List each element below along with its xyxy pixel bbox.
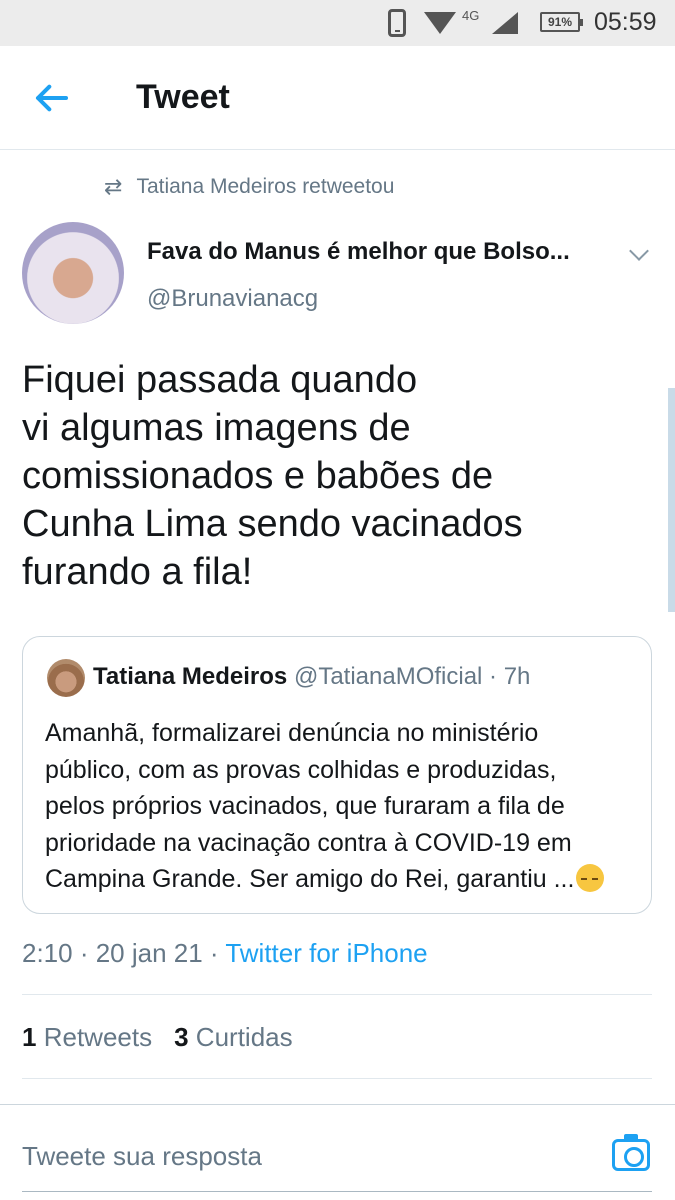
tweet-text-line: furando a fila! [22, 551, 253, 593]
divider [22, 994, 652, 995]
likes-stat[interactable]: 3 Curtidas [174, 1022, 293, 1052]
likes-count: 3 [174, 1022, 189, 1052]
tweet-text-line: comissionados e babões de [22, 455, 494, 497]
page-title: Tweet [136, 78, 230, 116]
quote-text-line: Amanhã, formalizarei denúncia no ministé… [45, 719, 539, 747]
quote-text-line: pelos próprios vacinados, que furaram a … [45, 792, 565, 820]
quote-text-line: público, com as provas colhidas e produz… [45, 755, 557, 784]
tweet-text-line: vi algumas imagens de [22, 407, 411, 449]
phone-icon [388, 9, 406, 37]
status-bar: 4G 91% 05:59 [0, 0, 675, 46]
tweet-text: Fiquei passada quando vi algumas imagens… [22, 356, 622, 596]
quote-text-line: Campina Grande. Ser amigo do Rei, garant… [45, 861, 645, 898]
header: Tweet [0, 46, 675, 150]
scrollbar[interactable] [668, 388, 675, 612]
tweet-timestamp: 2:10 · 20 jan 21 · Twitter for iPhone [22, 938, 428, 969]
tweet-text-line: Fiquei passada quando [22, 359, 418, 401]
camera-icon[interactable] [612, 1134, 650, 1171]
quote-text: Amanhã, formalizarei denúncia no ministé… [45, 715, 645, 898]
retweeted-by-text: Tatiana Medeiros retweetou [136, 175, 395, 198]
avatar[interactable] [22, 222, 124, 324]
reply-bar: Tweete sua resposta [0, 1104, 675, 1200]
retweets-stat[interactable]: 1 Retweets [22, 1022, 152, 1052]
network-type: 4G [462, 8, 480, 23]
quote-text-line: prioridade na vacinação contra à COVID-1… [45, 828, 572, 857]
reply-input[interactable]: Tweete sua resposta [22, 1141, 262, 1172]
battery-indicator: 91% [540, 12, 583, 32]
tweet-time-date: 2:10 · 20 jan 21 · [22, 938, 226, 968]
clock: 05:59 [594, 8, 657, 36]
divider [22, 1078, 652, 1079]
tweet-source-link[interactable]: Twitter for iPhone [225, 938, 427, 968]
retweeted-by[interactable]: ⇄ Tatiana Medeiros retweetou [104, 174, 394, 200]
retweet-icon: ⇄ [104, 174, 123, 199]
chevron-down-icon[interactable] [629, 241, 649, 261]
wifi-icon [424, 12, 456, 34]
quote-author-name: Tatiana Medeiros [93, 663, 288, 690]
quote-meta: @TatianaMOficial · 7h [293, 663, 531, 690]
signal-icon [492, 12, 518, 34]
retweets-count: 1 [22, 1022, 37, 1052]
quote-text-line-end: Campina Grande. Ser amigo do Rei, garant… [45, 865, 575, 893]
author-handle[interactable]: @Brunavianacg [147, 285, 318, 313]
likes-label: Curtidas [195, 1022, 293, 1052]
retweets-label: Retweets [43, 1022, 153, 1052]
author-name[interactable]: Fava do Manus é melhor que Bolso... [147, 238, 570, 266]
reply-underline [22, 1191, 652, 1192]
quoted-tweet[interactable]: Tatiana Medeiros @TatianaMOficial · 7h A… [22, 636, 652, 914]
pensive-face-emoji [576, 864, 605, 892]
back-arrow-icon[interactable] [34, 80, 74, 116]
tweet-text-line: Cunha Lima sendo vacinados [22, 503, 523, 545]
tweet-stats: 1 Retweets 3 Curtidas [22, 1022, 293, 1053]
quote-avatar [47, 659, 85, 697]
quote-header: Tatiana Medeiros @TatianaMOficial · 7h [93, 663, 530, 691]
